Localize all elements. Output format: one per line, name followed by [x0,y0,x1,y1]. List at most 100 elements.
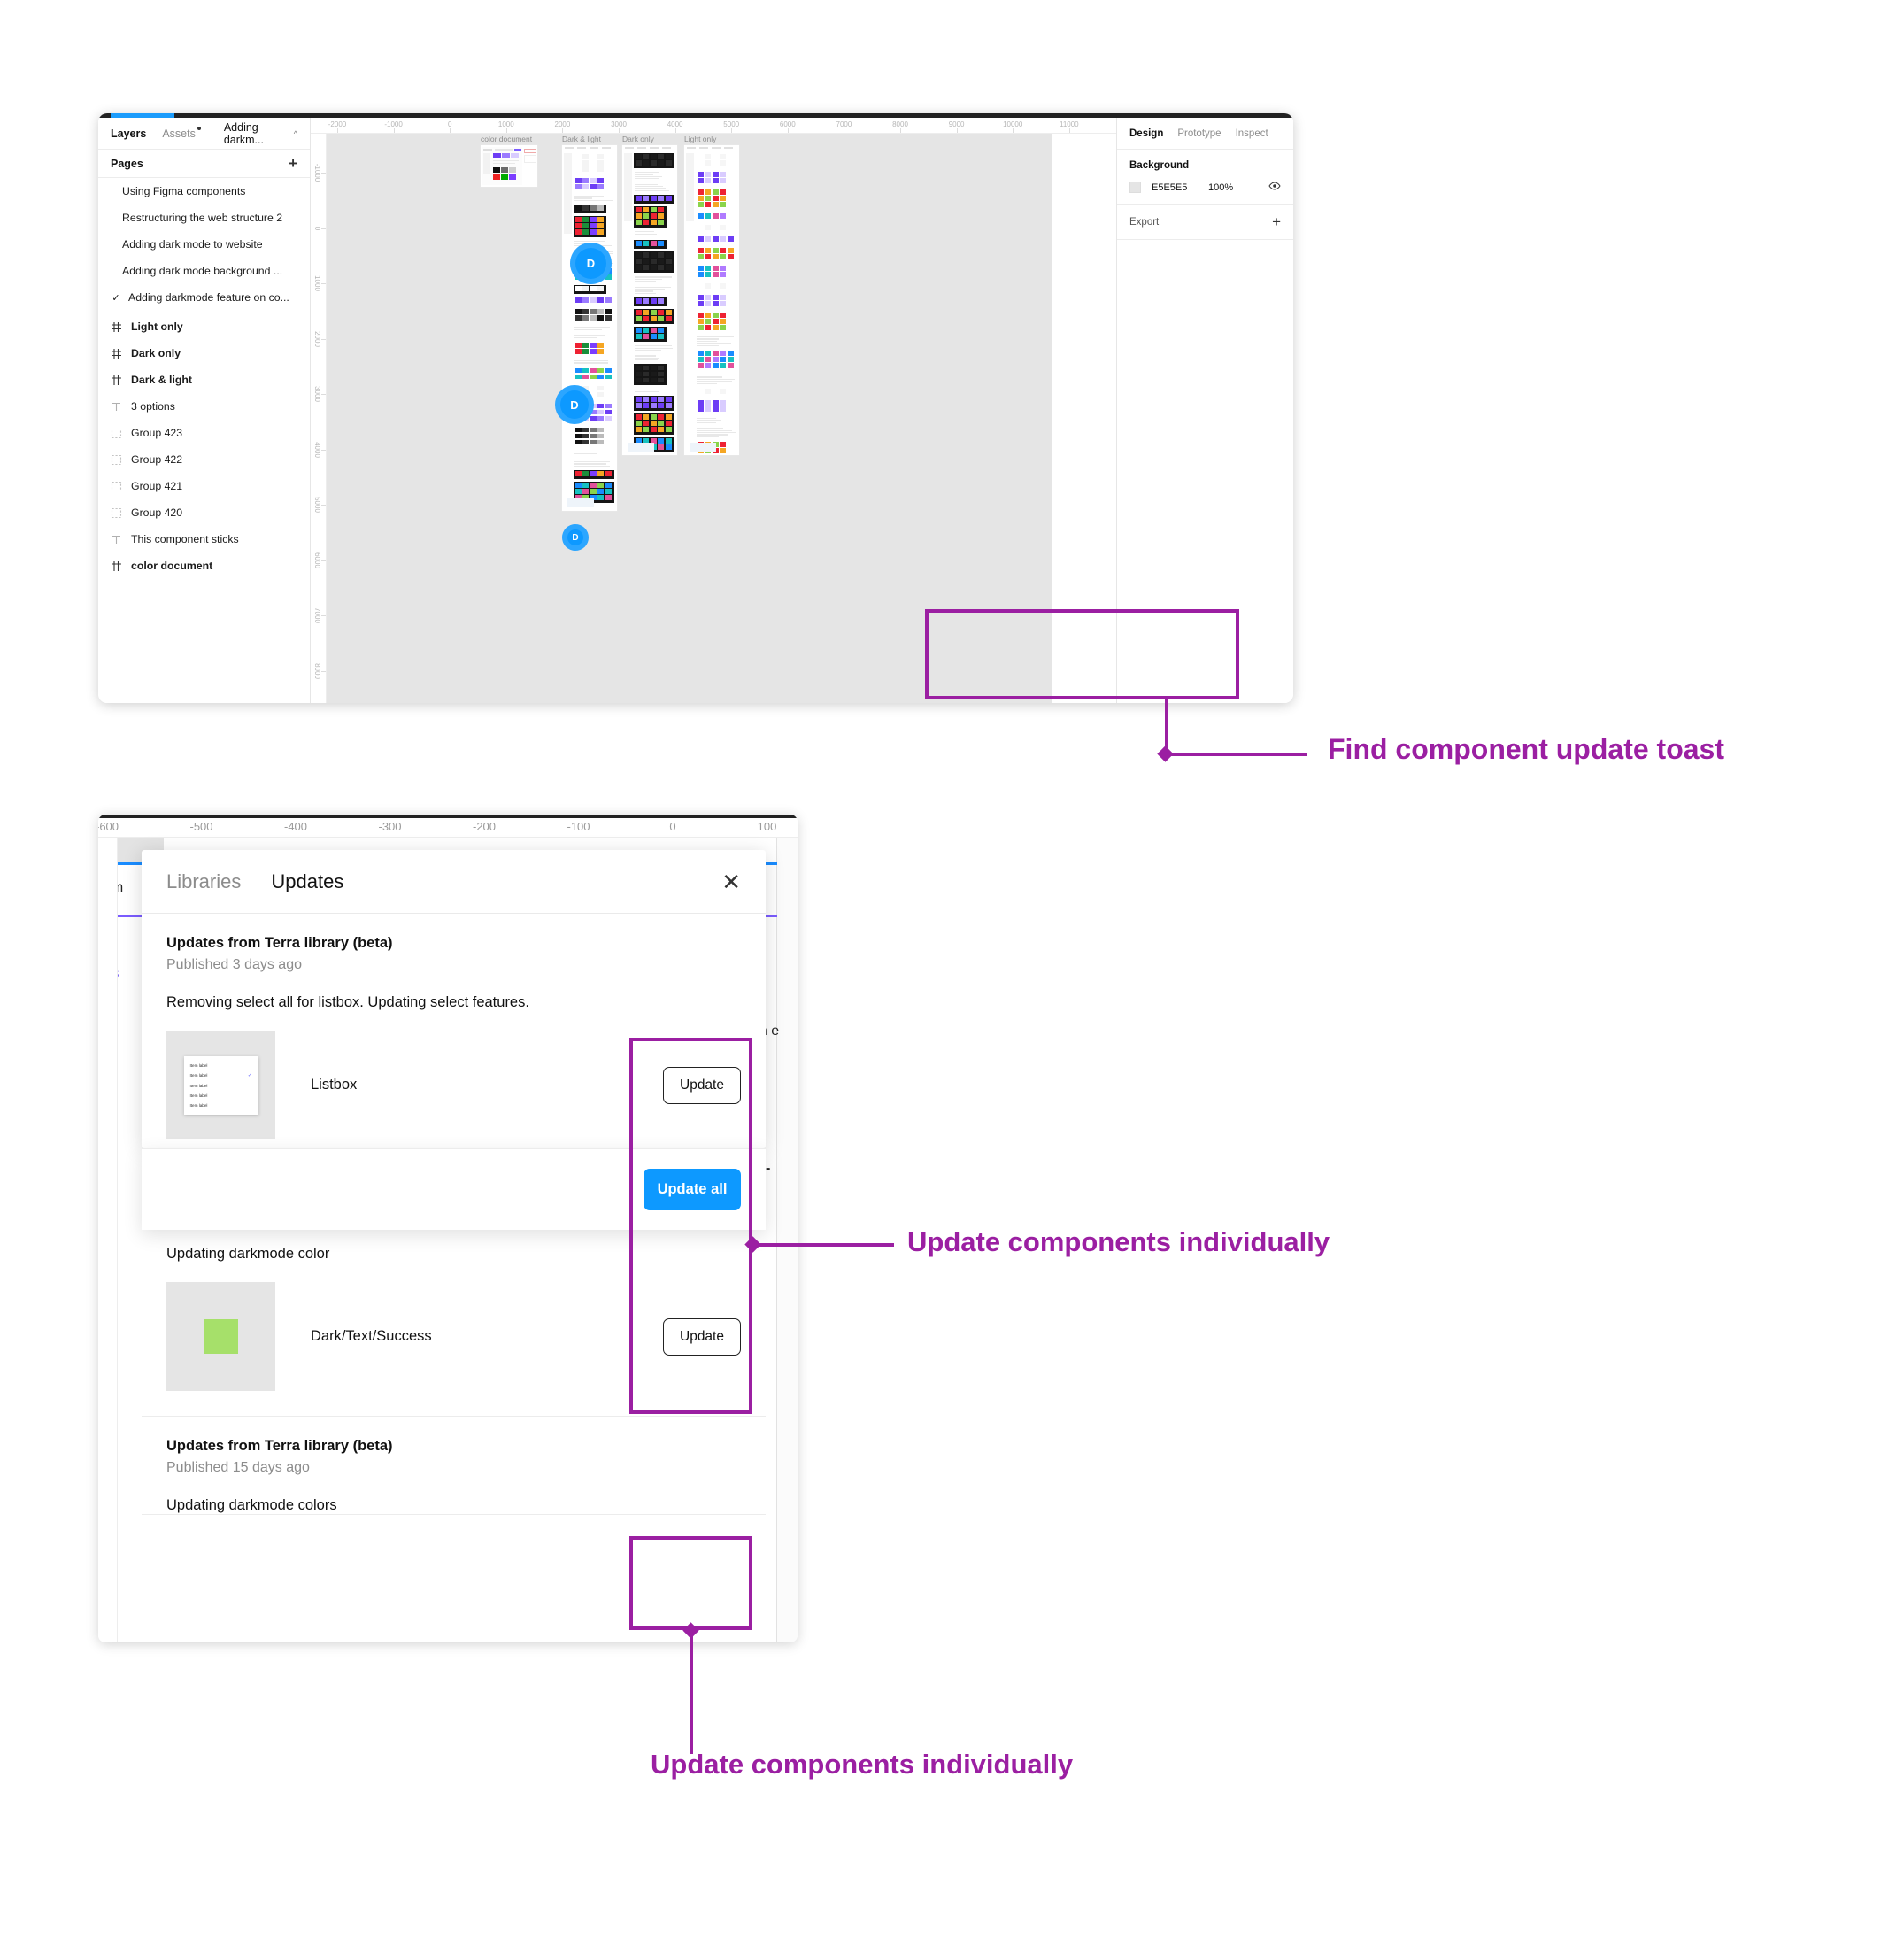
background-opacity-value[interactable]: 100% [1208,182,1251,193]
section-title: Updates from Terra library (beta) [166,935,741,952]
frame-label-light-only[interactable]: Light only [684,135,716,143]
ruler-tick-label: 1000 [498,120,514,128]
layer-item-label: This component sticks [131,533,239,545]
ruler-tick [675,128,676,133]
list-item-label: Item label [190,1084,208,1088]
ruler-tick-label: 3000 [611,120,627,128]
assets-badge-dot [197,127,201,130]
canvas-frame-light-only[interactable] [684,145,739,455]
ruler-tick-label: 7000 [313,607,321,623]
ruler-tick-label: 1000 [313,275,321,291]
ruler-tick [321,615,326,616]
frame-icon [111,560,122,572]
page-item[interactable]: Adding dark mode to website [98,231,310,258]
export-section: Export + [1117,205,1293,240]
layer-item[interactable]: Group 421 [98,473,310,499]
annotation-line-vertical [690,1630,693,1754]
ruler-tick-label: 10000 [1003,120,1022,128]
text-icon [111,401,122,413]
annotation-update-individually-1: Update components individually [907,1226,1330,1258]
tab-updates[interactable]: Updates [271,870,343,893]
frame-label-color-document[interactable]: color document [481,135,532,143]
group-icon [111,507,122,519]
annotation-find-toast: Find component update toast [1328,733,1724,766]
window2-horizontal-ruler[interactable]: -600 -500 -400 -300 -200 -100 0 100 [98,818,798,838]
page-item[interactable]: Using Figma components [98,178,310,205]
ruler-tick [321,505,326,506]
close-icon[interactable]: ✕ [721,870,741,893]
layer-item[interactable]: Light only [98,313,310,340]
tab-libraries[interactable]: Libraries [166,870,241,893]
avatar-initial: D [570,398,578,412]
layer-item[interactable]: Group 423 [98,420,310,446]
tab-design[interactable]: Design [1129,128,1163,139]
page-item-label: Adding darkmode feature on co... [128,291,289,304]
annotation-line-horizontal [752,1243,894,1247]
tab-prototype[interactable]: Prototype [1177,128,1221,139]
list-item-label: Item label [190,1093,208,1098]
add-page-button[interactable]: + [289,156,297,171]
page-item[interactable]: Adding dark mode background ... [98,258,310,284]
ruler-tick [394,128,395,133]
eye-icon[interactable] [1268,182,1281,193]
layer-item[interactable]: Group 422 [98,446,310,473]
layer-item[interactable]: Group 420 [98,499,310,526]
export-label: Export [1129,217,1159,228]
check-icon: ✓ [248,1073,252,1078]
page-item-label: Using Figma components [111,185,245,197]
layer-item[interactable]: color document [98,552,310,579]
ruler-tick-label: 9000 [949,120,965,128]
layer-item[interactable]: 3 options [98,393,310,420]
list-item: Item label [184,1103,258,1108]
group-icon [111,428,122,439]
frame-label-dark-only[interactable]: Dark only [622,135,654,143]
avatar[interactable]: D [562,524,589,551]
background-color-row: E5E5E5 100% [1129,182,1281,193]
section-published: Published 15 days ago [166,1460,741,1476]
ruler-tick-label: 6000 [780,120,796,128]
page-item-selected[interactable]: ✓ Adding darkmode feature on co... [98,284,310,311]
vertical-ruler[interactable]: -1000 0 1000 2000 3000 4000 5000 6000 7000 8000 [311,134,327,703]
ruler-tick [321,671,326,672]
frame-label-dark-and-light[interactable]: Dark & light [562,135,601,143]
tab-layers[interactable]: Layers [111,127,146,140]
background-section: Background E5E5E5 100% [1117,150,1293,205]
annotation-update-individually-2: Update components individually [651,1749,1073,1781]
ruler-tick [788,128,789,133]
ruler-tick-label: 100 [758,820,777,833]
color-swatch-preview [204,1319,238,1354]
page-item-label: Adding dark mode to website [111,238,263,251]
avatar[interactable]: D [555,385,594,424]
background-hex-value[interactable]: E5E5E5 [1152,182,1208,193]
ruler-tick-label: 6000 [313,552,321,568]
window2-vertical-ruler[interactable] [98,838,118,1642]
ruler-tick-label: 2000 [313,331,321,347]
layers-list: Light only Dark only Dark & light 3 opti… [98,313,310,579]
component-thumbnail-color [166,1282,275,1391]
highlight-update-all [629,1536,752,1630]
left-panel: Layers Assets Adding darkm... ^ Pages + … [98,118,311,703]
add-export-button[interactable]: + [1272,214,1281,229]
page-item[interactable]: Restructuring the web structure 2 [98,205,310,231]
group-icon [111,481,122,492]
tab-assets[interactable]: Assets [162,127,196,140]
color-swatch[interactable] [1129,182,1141,193]
tab-assets-label: Assets [162,127,196,140]
layer-item[interactable]: This component sticks [98,526,310,552]
layer-item[interactable]: Dark only [98,340,310,367]
layer-item[interactable]: Dark & light [98,367,310,393]
tab-inspect[interactable]: Inspect [1236,128,1268,139]
avatar[interactable]: D [570,243,612,284]
ruler-tick-label: 0 [448,120,451,128]
list-item-label: Item label [190,1063,208,1068]
annotation-line-horizontal [1165,753,1307,756]
canvas-frame-color-document[interactable] [481,145,537,187]
list-item: Item label [184,1084,258,1088]
ruler-tick [900,128,901,133]
background-section-title: Background [1129,160,1281,171]
ruler-tick [450,128,451,133]
file-name-menu[interactable]: Adding darkm... ^ [224,121,297,146]
canvas-frame-dark-and-light[interactable] [562,145,617,511]
ruler-tick-label: 0 [669,820,675,833]
canvas-frame-dark-only[interactable] [622,145,677,455]
